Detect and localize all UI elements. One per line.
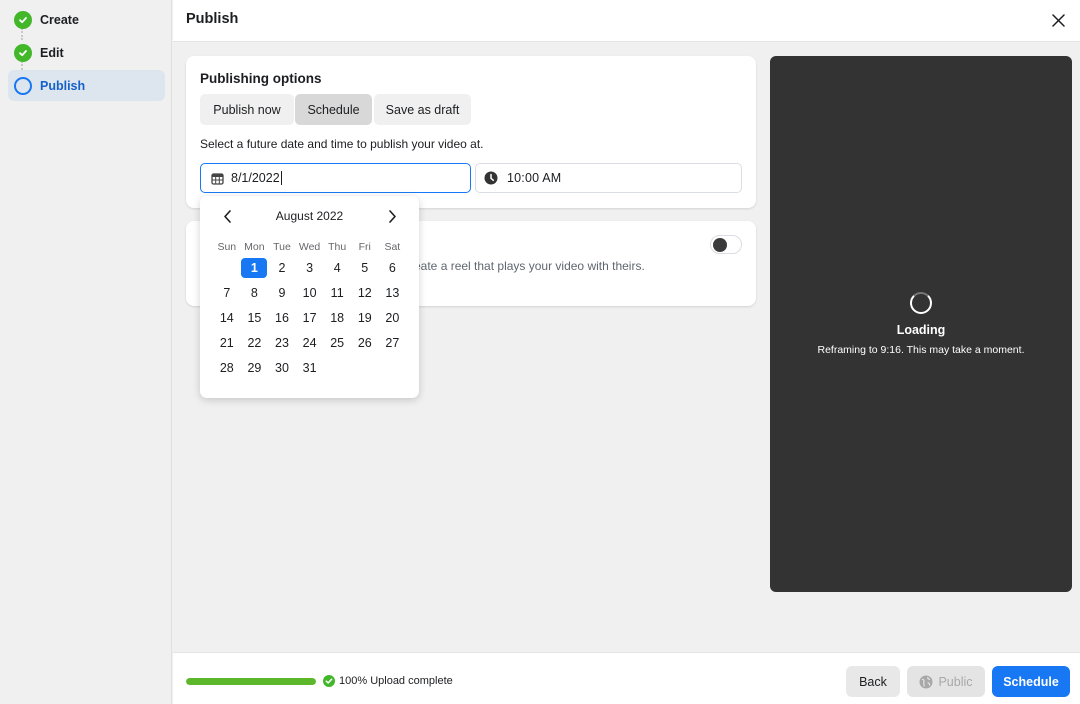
calendar-day[interactable]: 18: [323, 306, 351, 331]
step-label: Create: [40, 12, 79, 27]
date-input[interactable]: 8/1/2022: [200, 163, 471, 193]
loading-subtitle: Reframing to 9:16. This may take a momen…: [817, 344, 1025, 356]
calendar-day[interactable]: 16: [268, 306, 296, 331]
calendar-day[interactable]: 24: [296, 331, 324, 356]
check-circle-icon: [323, 675, 335, 687]
chevron-right-icon: [388, 209, 396, 223]
loading-spinner-icon: [910, 292, 932, 314]
calendar-day[interactable]: 22: [241, 331, 269, 356]
schedule-button[interactable]: Schedule: [992, 666, 1070, 697]
dialog-header: Publish: [173, 0, 1080, 42]
empty-circle-icon: [14, 76, 32, 95]
close-button[interactable]: [1048, 10, 1068, 30]
card-title: Publishing options: [200, 71, 322, 86]
page-title: Publish: [186, 11, 239, 27]
calendar-day[interactable]: 23: [268, 331, 296, 356]
upload-progress-fill: [186, 678, 316, 685]
date-value: 8/1/2022: [231, 170, 282, 186]
calendar-day-selected[interactable]: 1: [241, 256, 269, 281]
time-input[interactable]: 10:00 AM: [475, 163, 742, 193]
weekday-label: Tue: [273, 241, 291, 253]
audience-label: Public: [938, 674, 973, 689]
publish-now-option[interactable]: Publish now: [200, 94, 294, 125]
calendar-day[interactable]: 4: [323, 256, 351, 281]
calendar-day[interactable]: 27: [379, 331, 407, 356]
schedule-hint: Select a future date and time to publish…: [200, 137, 484, 151]
remix-description: eate a reel that plays your video with t…: [414, 259, 645, 273]
step-label: Edit: [40, 45, 64, 60]
step-publish[interactable]: Publish: [8, 70, 165, 101]
weekday-label: Fri: [358, 241, 371, 253]
globe-icon: [919, 675, 933, 688]
date-picker-popover: August 2022 Sun Mon Tue Wed Thu Fri Sat 1 2 3 4 5 6 7…: [200, 196, 419, 398]
calendar-day[interactable]: 31: [296, 356, 324, 381]
calendar-day[interactable]: 7: [213, 281, 241, 306]
check-circle-icon: [14, 10, 32, 29]
calendar-day[interactable]: 3: [296, 256, 324, 281]
check-circle-icon: [14, 43, 32, 62]
calendar-day[interactable]: 2: [268, 256, 296, 281]
calendar-day[interactable]: 19: [351, 306, 379, 331]
calendar-day[interactable]: 9: [268, 281, 296, 306]
calendar-day[interactable]: 26: [351, 331, 379, 356]
weekday-label: Sat: [384, 241, 401, 253]
close-icon: [1051, 13, 1065, 27]
upload-status-text: 100% Upload complete: [339, 675, 453, 687]
weekday-label: Wed: [298, 241, 321, 253]
calendar-day[interactable]: 10: [296, 281, 324, 306]
loading-title: Loading: [896, 323, 946, 337]
video-preview: Loading Reframing to 9:16. This may take…: [770, 56, 1072, 592]
schedule-option[interactable]: Schedule: [295, 94, 372, 125]
calendar-day[interactable]: 14: [213, 306, 241, 331]
step-create[interactable]: Create: [8, 4, 165, 35]
time-value: 10:00 AM: [507, 171, 562, 185]
calendar-empty-cell: [213, 256, 241, 281]
next-month-button[interactable]: [383, 207, 401, 225]
steps-sidebar: Create Edit Publish: [0, 0, 172, 704]
calendar-icon: [211, 172, 224, 185]
calendar-day[interactable]: 25: [323, 331, 351, 356]
calendar-day[interactable]: 29: [241, 356, 269, 381]
calendar-day[interactable]: 11: [323, 281, 351, 306]
back-button[interactable]: Back: [846, 666, 900, 697]
weekday-label: Sun: [217, 241, 237, 253]
remix-toggle[interactable]: [710, 235, 742, 254]
calendar-grid: Sun Mon Tue Wed Thu Fri Sat 1 2 3 4 5 6 7 8 9 10 11 12 13 14…: [213, 238, 406, 381]
calendar-day[interactable]: 30: [268, 356, 296, 381]
calendar-day[interactable]: 21: [213, 331, 241, 356]
calendar-day[interactable]: 13: [379, 281, 407, 306]
step-edit[interactable]: Edit: [8, 37, 165, 68]
clock-icon: [484, 171, 498, 185]
dialog-footer: 100% Upload complete Back Public Schedul…: [173, 652, 1080, 704]
step-label: Publish: [40, 78, 86, 93]
calendar-day[interactable]: 5: [351, 256, 379, 281]
audience-button[interactable]: Public: [907, 666, 985, 697]
calendar-day[interactable]: 12: [351, 281, 379, 306]
calendar-day[interactable]: 17: [296, 306, 324, 331]
calendar-day[interactable]: 28: [213, 356, 241, 381]
weekday-label: Thu: [328, 241, 347, 253]
weekday-label: Mon: [244, 241, 265, 253]
calendar-day[interactable]: 20: [379, 306, 407, 331]
upload-progress-bar: [186, 678, 316, 685]
calendar-day[interactable]: 15: [241, 306, 269, 331]
calendar-day[interactable]: 8: [241, 281, 269, 306]
publishing-options-card: Publishing options Publish now Schedule …: [186, 56, 756, 208]
save-as-draft-option[interactable]: Save as draft: [374, 94, 471, 125]
calendar-day[interactable]: 6: [379, 256, 407, 281]
toggle-knob: [713, 238, 727, 252]
upload-status: 100% Upload complete: [323, 675, 453, 687]
